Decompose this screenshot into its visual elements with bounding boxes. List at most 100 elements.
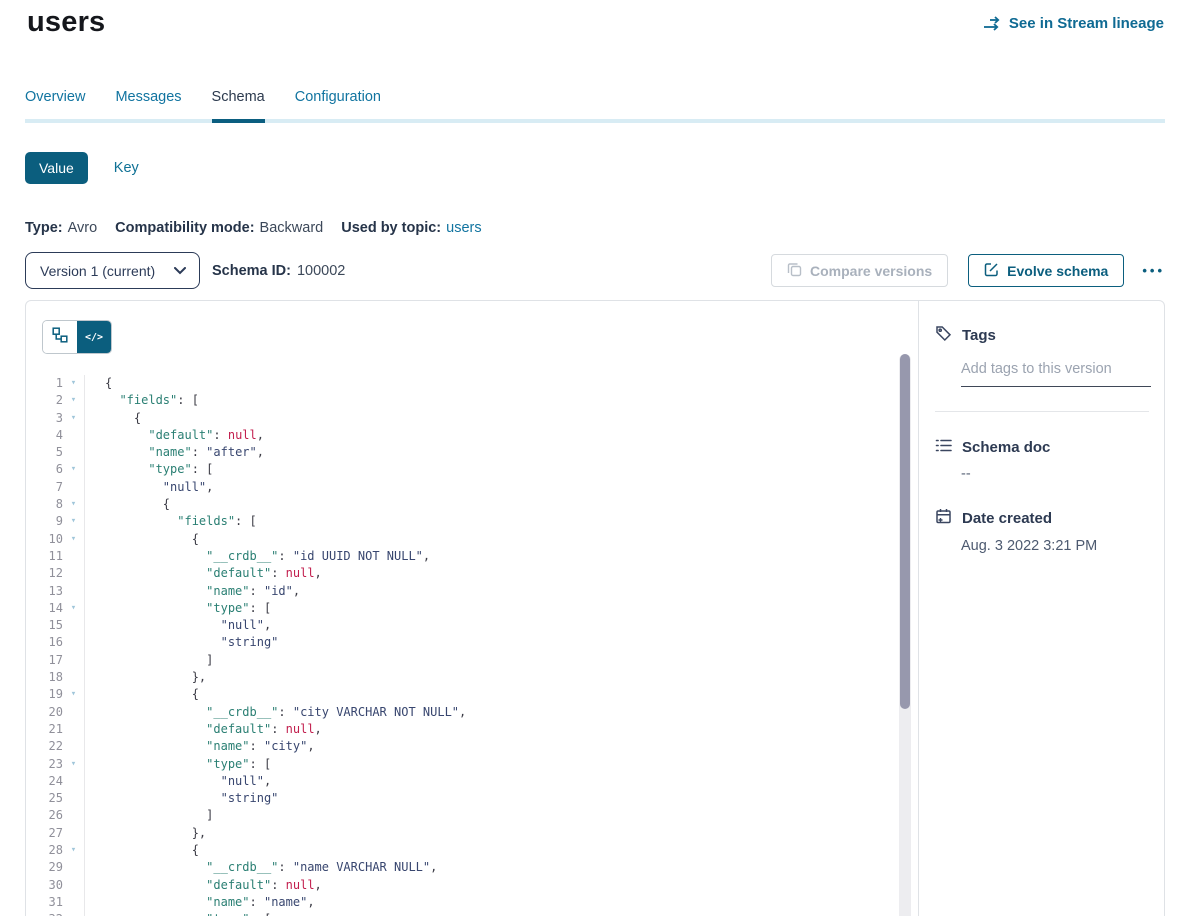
fold-toggle-icon[interactable]: ▾	[63, 410, 85, 427]
schema-doc-value: --	[961, 466, 1148, 482]
code-text: "__crdb__": "name VARCHAR NULL",	[85, 859, 437, 876]
more-actions-button[interactable]: •••	[1142, 264, 1165, 277]
line-number: 5	[26, 444, 63, 461]
code-text: "string"	[85, 790, 278, 807]
fold-toggle-icon[interactable]: ▾	[63, 686, 85, 703]
version-select[interactable]: Version 1 (current)	[25, 252, 200, 289]
line-number: 6	[26, 461, 63, 478]
schema-id-label: Schema ID:	[212, 263, 291, 279]
code-line: 18 },	[26, 669, 898, 686]
schema-page: users See in Stream lineage Overview Mes…	[0, 0, 1189, 916]
schema-panel: </> 1▾{2▾ "fields": [3▾ {4 "default": nu…	[25, 300, 1165, 916]
fold-toggle-icon[interactable]: ▾	[63, 600, 85, 617]
line-number: 15	[26, 617, 63, 634]
code-view-icon: </>	[85, 332, 103, 343]
fold-toggle-icon[interactable]: ▾	[63, 842, 85, 859]
schema-id-value: 100002	[297, 263, 345, 279]
fold-spacer	[63, 427, 85, 444]
code-line: 23▾ "type": [	[26, 756, 898, 773]
tab-configuration[interactable]: Configuration	[295, 89, 381, 119]
code-line: 2▾ "fields": [	[26, 392, 898, 409]
fold-spacer	[63, 583, 85, 600]
line-number: 18	[26, 669, 63, 686]
code-text: {	[85, 531, 199, 548]
fold-toggle-icon[interactable]: ▾	[63, 461, 85, 478]
line-number: 12	[26, 565, 63, 582]
add-tags-placeholder: Add tags to this version	[961, 361, 1112, 377]
code-text: "null",	[85, 773, 271, 790]
tag-icon	[935, 325, 952, 346]
add-tags-input[interactable]: Add tags to this version	[961, 360, 1151, 387]
code-line: 25 "string"	[26, 790, 898, 807]
fold-toggle-icon[interactable]: ▾	[63, 513, 85, 530]
line-number: 16	[26, 634, 63, 651]
code-text: {	[85, 496, 170, 513]
compare-versions-button[interactable]: Compare versions	[771, 254, 948, 287]
line-number: 30	[26, 877, 63, 894]
key-toggle-link[interactable]: Key	[114, 160, 139, 176]
code-line: 9▾ "fields": [	[26, 513, 898, 530]
line-number: 2	[26, 392, 63, 409]
page-title: users	[27, 6, 105, 39]
code-text: {	[85, 410, 141, 427]
code-text: "string"	[85, 634, 278, 651]
code-line: 31 "name": "name",	[26, 894, 898, 911]
line-number: 22	[26, 738, 63, 755]
fold-spacer	[63, 807, 85, 824]
fold-spacer	[63, 617, 85, 634]
fold-toggle-icon[interactable]: ▾	[63, 392, 85, 409]
code-line: 17 ]	[26, 652, 898, 669]
tab-schema[interactable]: Schema	[212, 89, 265, 119]
code-line: 5 "name": "after",	[26, 444, 898, 461]
code-line: 29 "__crdb__": "name VARCHAR NULL",	[26, 859, 898, 876]
code-text: "name": "after",	[85, 444, 264, 461]
line-number: 29	[26, 859, 63, 876]
topic-link[interactable]: users	[446, 220, 481, 236]
calendar-plus-icon	[935, 508, 952, 529]
fold-toggle-icon[interactable]: ▾	[63, 375, 85, 392]
fold-spacer	[63, 548, 85, 565]
tab-overview[interactable]: Overview	[25, 89, 85, 119]
fold-spacer	[63, 634, 85, 651]
type-value: Avro	[68, 220, 98, 236]
fold-toggle-icon[interactable]: ▾	[63, 911, 85, 916]
tree-view-icon	[52, 327, 68, 348]
line-number: 23	[26, 756, 63, 773]
tab-messages[interactable]: Messages	[115, 89, 181, 119]
tree-view-button[interactable]	[43, 321, 77, 353]
fold-spacer	[63, 721, 85, 738]
editor-scrollbar-track[interactable]	[899, 354, 911, 916]
code-line: 15 "null",	[26, 617, 898, 634]
fold-spacer	[63, 704, 85, 721]
code-line: 24 "null",	[26, 773, 898, 790]
compatibility-value: Backward	[260, 220, 324, 236]
code-line: 12 "default": null,	[26, 565, 898, 582]
line-number: 27	[26, 825, 63, 842]
code-view-button[interactable]: </>	[77, 321, 111, 353]
code-text: {	[85, 842, 199, 859]
code-text: "null",	[85, 479, 213, 496]
code-text: "type": [	[85, 756, 271, 773]
code-line: 26 ]	[26, 807, 898, 824]
stream-lineage-link[interactable]: See in Stream lineage	[983, 15, 1164, 32]
value-toggle-button[interactable]: Value	[25, 152, 88, 184]
tags-header: Tags	[935, 325, 1148, 346]
type-label: Type:	[25, 220, 63, 236]
fold-spacer	[63, 790, 85, 807]
fold-toggle-icon[interactable]: ▾	[63, 496, 85, 513]
code-text: "fields": [	[85, 392, 199, 409]
fold-spacer	[63, 669, 85, 686]
line-number: 25	[26, 790, 63, 807]
editor-scrollbar-thumb[interactable]	[900, 354, 910, 709]
code-line: 30 "default": null,	[26, 877, 898, 894]
line-number: 10	[26, 531, 63, 548]
evolve-schema-button[interactable]: Evolve schema	[968, 254, 1124, 287]
schema-editor: </> 1▾{2▾ "fields": [3▾ {4 "default": nu…	[26, 301, 919, 916]
fold-toggle-icon[interactable]: ▾	[63, 531, 85, 548]
code-line: 32▾ "type": [	[26, 911, 898, 916]
fold-spacer	[63, 825, 85, 842]
code-line: 13 "name": "id",	[26, 583, 898, 600]
fold-spacer	[63, 894, 85, 911]
code-line: 11 "__crdb__": "id UUID NOT NULL",	[26, 548, 898, 565]
fold-toggle-icon[interactable]: ▾	[63, 756, 85, 773]
